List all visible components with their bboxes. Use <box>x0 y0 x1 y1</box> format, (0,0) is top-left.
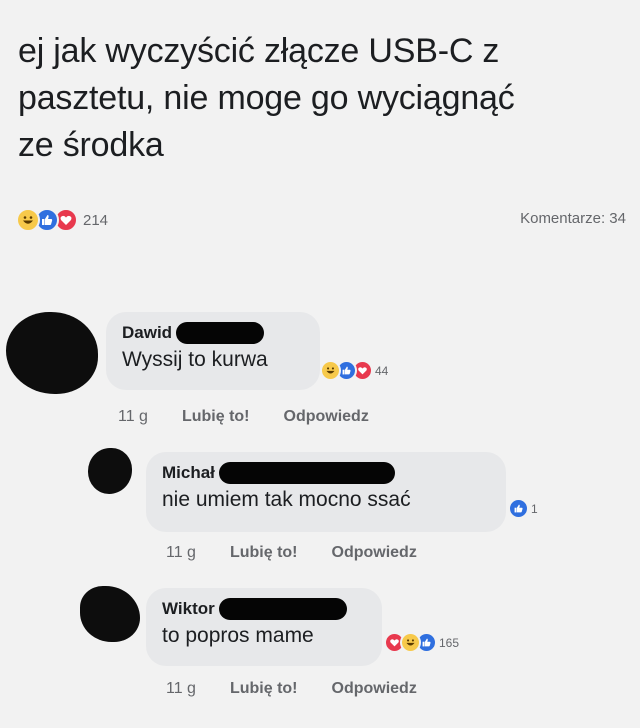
comment-reactions[interactable]: 1 <box>508 498 538 519</box>
post-text: ej jak wyczyścić złącze USB-C z pasztetu… <box>18 28 618 169</box>
comment-author[interactable]: Wiktor <box>162 599 215 619</box>
comment-reactions[interactable]: 165 <box>384 632 459 653</box>
comment-bubble: Dawid Wyssij to kurwa <box>106 312 320 390</box>
like-reaction-icon <box>508 498 529 519</box>
reply-link[interactable]: Odpowiedz <box>284 408 369 426</box>
avatar[interactable] <box>88 448 132 494</box>
comment-time[interactable]: 11 g <box>166 680 196 698</box>
comment-bubble: Wiktor to popros mame <box>146 588 382 666</box>
comment-actions: 11 g Lubię to! Odpowiedz <box>118 408 369 426</box>
comment-text: Wyssij to kurwa <box>122 348 268 371</box>
reply-link[interactable]: Odpowiedz <box>332 680 417 698</box>
redacted-name-mark <box>218 598 347 620</box>
comment-reaction-count: 1 <box>531 501 538 516</box>
like-link[interactable]: Lubię to! <box>230 680 298 698</box>
post-stats: 214 Komentarze: 34 <box>16 208 626 234</box>
comment-text: nie umiem tak mocno ssać <box>162 488 411 511</box>
post-text-line: pasztetu, nie moge go wyciągnąć <box>18 79 515 117</box>
comment-text: to popros mame <box>162 624 314 647</box>
comment-actions: 11 g Lubię to! Odpowiedz <box>166 544 417 562</box>
avatar[interactable] <box>6 312 98 394</box>
post-text-line: ze środka <box>18 126 164 164</box>
haha-reaction-icon <box>16 208 40 232</box>
comment-reaction-count: 44 <box>375 363 389 378</box>
comment-bubble: Michał nie umiem tak mocno ssać <box>146 452 506 532</box>
comment-reactions[interactable]: 44 <box>320 360 388 381</box>
comments-count-link[interactable]: Komentarze: 34 <box>520 210 626 227</box>
haha-reaction-icon <box>400 632 421 653</box>
post-reaction-count: 214 <box>83 211 109 229</box>
haha-reaction-icon <box>320 360 341 381</box>
comment-author[interactable]: Michał <box>162 463 215 483</box>
comment-actions: 11 g Lubię to! Odpowiedz <box>166 680 417 698</box>
redacted-name-mark <box>218 462 395 484</box>
comment-time[interactable]: 11 g <box>166 544 196 562</box>
comment-reaction-count: 165 <box>439 635 460 650</box>
like-link[interactable]: Lubię to! <box>230 544 298 562</box>
comment-author[interactable]: Dawid <box>122 323 172 343</box>
like-link[interactable]: Lubię to! <box>182 408 250 426</box>
reply-link[interactable]: Odpowiedz <box>332 544 417 562</box>
avatar[interactable] <box>80 586 140 642</box>
comment-time[interactable]: 11 g <box>118 408 148 426</box>
post-reactions[interactable]: 214 <box>16 208 108 232</box>
post-text-line: ej jak wyczyścić złącze USB-C z <box>18 32 500 70</box>
redacted-name-mark <box>176 322 265 344</box>
